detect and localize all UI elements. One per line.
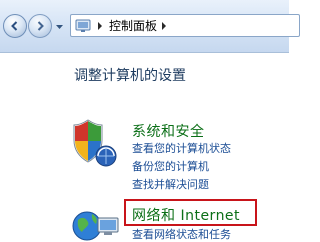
link-troubleshoot[interactable]: 查找并解决问题 xyxy=(132,178,209,192)
category-title-system-security[interactable]: 系统和安全 xyxy=(132,121,205,141)
breadcrumb-separator-icon[interactable] xyxy=(161,22,167,30)
network-globe-icon[interactable] xyxy=(70,204,120,242)
control-panel-icon xyxy=(75,19,91,32)
breadcrumb-control-panel[interactable]: 控制面板 xyxy=(109,18,157,34)
forward-button[interactable] xyxy=(28,14,52,38)
link-backup-computer[interactable]: 备份您的计算机 xyxy=(132,160,209,174)
category-title-network-internet[interactable]: 网络和 Internet xyxy=(132,205,240,225)
page-title: 调整计算机的设置 xyxy=(74,68,186,84)
navigation-toolbar: 控制面板 xyxy=(0,0,300,53)
back-arrow-icon xyxy=(11,21,18,31)
link-view-network-status[interactable]: 查看网络状态和任务 xyxy=(132,228,231,242)
address-bar[interactable]: 控制面板 xyxy=(70,14,300,37)
forward-arrow-icon xyxy=(37,21,44,31)
breadcrumb-separator-icon[interactable] xyxy=(97,22,103,30)
shield-icon[interactable] xyxy=(72,118,120,168)
history-dropdown-icon[interactable] xyxy=(55,23,64,31)
back-button[interactable] xyxy=(3,14,27,38)
link-view-computer-status[interactable]: 查看您的计算机状态 xyxy=(132,142,231,156)
